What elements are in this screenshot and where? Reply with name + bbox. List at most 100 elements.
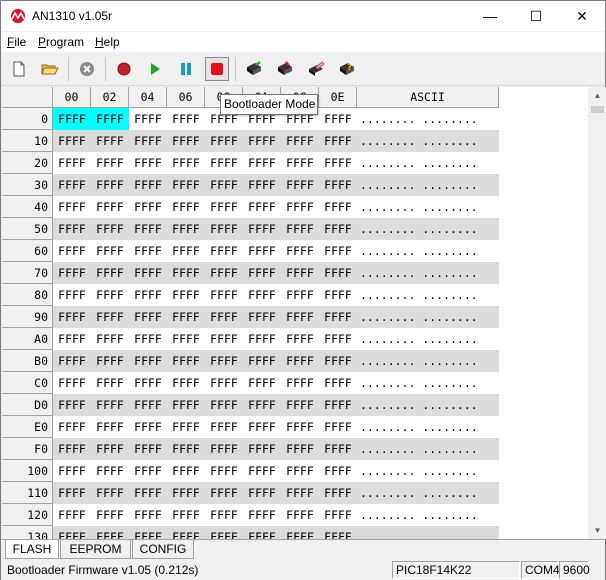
- memory-cell[interactable]: FFFF: [167, 218, 205, 240]
- memory-cell[interactable]: FFFF: [243, 482, 281, 504]
- read-device-icon[interactable]: [242, 57, 266, 81]
- memory-cell[interactable]: FFFF: [53, 394, 91, 416]
- memory-cell[interactable]: FFFF: [53, 152, 91, 174]
- memory-cell[interactable]: FFFF: [319, 482, 357, 504]
- memory-cell[interactable]: FFFF: [91, 482, 129, 504]
- memory-cell[interactable]: FFFF: [281, 460, 319, 482]
- memory-cell[interactable]: FFFF: [129, 174, 167, 196]
- memory-cell[interactable]: FFFF: [319, 504, 357, 526]
- memory-cell[interactable]: FFFF: [243, 460, 281, 482]
- row-address-header[interactable]: 110: [2, 482, 53, 504]
- memory-cell[interactable]: FFFF: [53, 108, 91, 130]
- memory-cell[interactable]: FFFF: [167, 174, 205, 196]
- memory-cell[interactable]: FFFF: [53, 438, 91, 460]
- memory-cell[interactable]: FFFF: [53, 526, 91, 539]
- verify-device-icon[interactable]: ?: [335, 57, 359, 81]
- memory-cell[interactable]: FFFF: [53, 482, 91, 504]
- memory-cell[interactable]: FFFF: [319, 328, 357, 350]
- memory-cell[interactable]: FFFF: [205, 482, 243, 504]
- memory-cell[interactable]: FFFF: [167, 130, 205, 152]
- memory-cell[interactable]: FFFF: [281, 218, 319, 240]
- ascii-cell[interactable]: ........ ........: [357, 108, 499, 130]
- memory-cell[interactable]: FFFF: [319, 130, 357, 152]
- ascii-cell[interactable]: ........ ........: [357, 460, 499, 482]
- row-address-header[interactable]: 40: [2, 196, 53, 218]
- memory-cell[interactable]: FFFF: [91, 284, 129, 306]
- memory-cell[interactable]: FFFF: [205, 350, 243, 372]
- memory-cell[interactable]: FFFF: [91, 174, 129, 196]
- memory-cell[interactable]: FFFF: [243, 526, 281, 539]
- menu-help[interactable]: Help: [95, 35, 120, 49]
- memory-cell[interactable]: FFFF: [281, 372, 319, 394]
- memory-cell[interactable]: FFFF: [53, 504, 91, 526]
- memory-cell[interactable]: FFFF: [53, 306, 91, 328]
- memory-cell[interactable]: FFFF: [53, 350, 91, 372]
- memory-cell[interactable]: FFFF: [129, 350, 167, 372]
- memory-cell[interactable]: FFFF: [129, 108, 167, 130]
- memory-cell[interactable]: FFFF: [205, 130, 243, 152]
- memory-cell[interactable]: FFFF: [167, 394, 205, 416]
- memory-cell[interactable]: FFFF: [167, 152, 205, 174]
- memory-cell[interactable]: FFFF: [53, 416, 91, 438]
- ascii-cell[interactable]: ........ ........: [357, 394, 499, 416]
- memory-cell[interactable]: FFFF: [167, 504, 205, 526]
- memory-cell[interactable]: FFFF: [129, 306, 167, 328]
- memory-cell[interactable]: FFFF: [91, 460, 129, 482]
- column-header[interactable]: 02: [91, 87, 129, 108]
- memory-cell[interactable]: FFFF: [167, 306, 205, 328]
- menu-file[interactable]: File: [7, 35, 26, 49]
- column-header-ascii[interactable]: ASCII: [357, 87, 499, 108]
- ascii-cell[interactable]: ........ ........: [357, 262, 499, 284]
- memory-cell[interactable]: FFFF: [281, 152, 319, 174]
- memory-cell[interactable]: FFFF: [129, 372, 167, 394]
- memory-cell[interactable]: FFFF: [205, 218, 243, 240]
- memory-cell[interactable]: FFFF: [319, 174, 357, 196]
- close-button[interactable]: ✕: [559, 1, 605, 31]
- row-address-header[interactable]: 90: [2, 306, 53, 328]
- memory-cell[interactable]: FFFF: [129, 130, 167, 152]
- memory-cell[interactable]: FFFF: [281, 328, 319, 350]
- memory-cell[interactable]: FFFF: [319, 350, 357, 372]
- memory-cell[interactable]: FFFF: [91, 416, 129, 438]
- memory-cell[interactable]: FFFF: [319, 240, 357, 262]
- memory-cell[interactable]: FFFF: [243, 350, 281, 372]
- tab-flash[interactable]: FLASH: [5, 540, 59, 559]
- memory-cell[interactable]: FFFF: [243, 328, 281, 350]
- new-file-icon[interactable]: [7, 57, 31, 81]
- memory-cell[interactable]: FFFF: [319, 152, 357, 174]
- memory-cell[interactable]: FFFF: [167, 416, 205, 438]
- column-header[interactable]: 0E: [319, 87, 357, 108]
- ascii-cell[interactable]: ........ ........: [357, 438, 499, 460]
- memory-cell[interactable]: FFFF: [129, 438, 167, 460]
- memory-cell[interactable]: FFFF: [205, 328, 243, 350]
- memory-cell[interactable]: FFFF: [91, 130, 129, 152]
- memory-cell[interactable]: FFFF: [129, 504, 167, 526]
- memory-cell[interactable]: FFFF: [319, 108, 357, 130]
- ascii-cell[interactable]: ........ ........: [357, 306, 499, 328]
- ascii-cell[interactable]: ........ ........: [357, 130, 499, 152]
- memory-cell[interactable]: FFFF: [53, 284, 91, 306]
- tab-config[interactable]: CONFIG: [132, 540, 194, 559]
- memory-cell[interactable]: FFFF: [129, 218, 167, 240]
- memory-cell[interactable]: FFFF: [167, 482, 205, 504]
- ascii-cell[interactable]: ........ ........: [357, 240, 499, 262]
- memory-cell[interactable]: FFFF: [243, 262, 281, 284]
- row-address-header[interactable]: C0: [2, 372, 53, 394]
- ascii-cell[interactable]: ........ ........: [357, 284, 499, 306]
- memory-cell[interactable]: FFFF: [167, 372, 205, 394]
- memory-cell[interactable]: FFFF: [129, 526, 167, 539]
- memory-cell[interactable]: FFFF: [53, 460, 91, 482]
- memory-cell[interactable]: FFFF: [243, 284, 281, 306]
- row-address-header[interactable]: 50: [2, 218, 53, 240]
- ascii-cell[interactable]: ........ ........: [357, 328, 499, 350]
- row-address-header[interactable]: B0: [2, 350, 53, 372]
- abort-icon[interactable]: [75, 57, 99, 81]
- memory-cell[interactable]: FFFF: [281, 438, 319, 460]
- memory-cell[interactable]: FFFF: [243, 130, 281, 152]
- row-address-header[interactable]: 0: [2, 108, 53, 130]
- ascii-cell[interactable]: ........ ........: [357, 416, 499, 438]
- memory-cell[interactable]: FFFF: [167, 108, 205, 130]
- memory-cell[interactable]: FFFF: [167, 284, 205, 306]
- memory-cell[interactable]: FFFF: [129, 416, 167, 438]
- memory-cell[interactable]: FFFF: [129, 240, 167, 262]
